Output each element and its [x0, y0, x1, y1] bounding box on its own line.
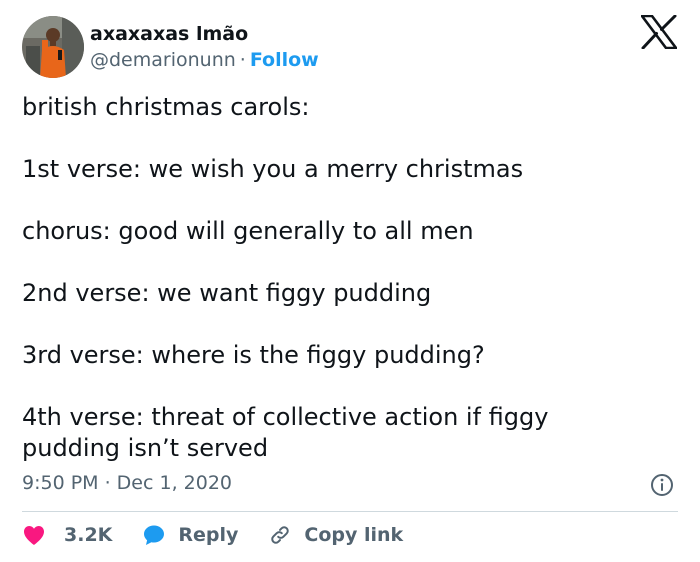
- follow-button[interactable]: Follow: [250, 49, 319, 71]
- like-count: 3.2K: [64, 524, 113, 546]
- avatar-image: [22, 16, 84, 78]
- display-name[interactable]: axaxaxas lmão: [90, 21, 319, 47]
- action-bar: 3.2K Reply Copy link: [22, 520, 433, 550]
- copy-link-label: Copy link: [304, 524, 404, 546]
- tweet-text: british christmas carols: 1st verse: we …: [22, 93, 549, 462]
- avatar[interactable]: [22, 16, 84, 78]
- tweet-card: axaxaxas lmão @demarionunn · Follow britis…: [0, 0, 700, 562]
- divider: [22, 511, 678, 512]
- like-button[interactable]: 3.2K: [22, 522, 112, 548]
- reply-label: Reply: [178, 524, 239, 546]
- link-icon: [271, 526, 290, 544]
- tweet-header: axaxaxas lmão @demarionunn · Follow: [22, 15, 319, 79]
- x-logo-icon[interactable]: [640, 14, 678, 50]
- handle[interactable]: @demarionunn: [90, 49, 236, 71]
- author-names: axaxaxas lmão @demarionunn · Follow: [90, 21, 319, 73]
- tweet-timestamp[interactable]: 9:50 PM · Dec 1, 2020: [22, 470, 232, 496]
- reply-bubble-icon: [144, 525, 165, 545]
- heart-icon: [24, 526, 44, 545]
- info-icon[interactable]: [650, 473, 674, 497]
- handle-row: @demarionunn · Follow: [90, 47, 319, 73]
- copy-link-button[interactable]: Copy link: [268, 522, 403, 548]
- reply-button[interactable]: Reply: [142, 522, 238, 548]
- separator-dot: ·: [239, 49, 246, 71]
